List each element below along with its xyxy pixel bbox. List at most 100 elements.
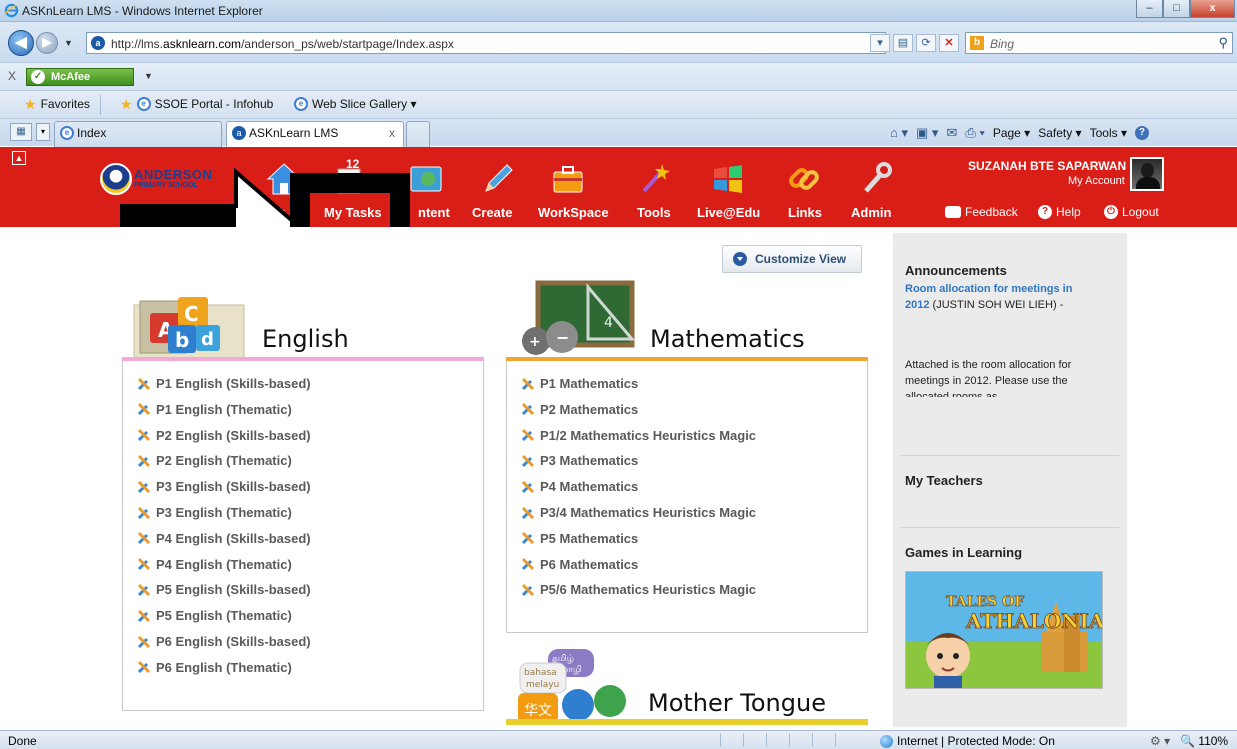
maximize-button[interactable]: □ bbox=[1163, 0, 1190, 18]
forward-button[interactable]: ▶ bbox=[36, 32, 58, 54]
course-link[interactable]: P6 Mathematics bbox=[521, 557, 638, 572]
zoom-level[interactable]: 🔍 110% ▾ bbox=[1180, 734, 1237, 749]
search-input[interactable]: b Bing ⚲ bbox=[965, 32, 1233, 54]
safety-menu[interactable]: Safety ▾ bbox=[1038, 126, 1081, 140]
course-link[interactable]: P1 English (Thematic) bbox=[137, 402, 292, 417]
new-tab-button[interactable] bbox=[406, 121, 430, 147]
status-separators bbox=[720, 733, 836, 747]
check-icon: ✓ bbox=[31, 70, 45, 84]
course-link[interactable]: P2 Mathematics bbox=[521, 402, 638, 417]
course-link[interactable]: P5 Mathematics bbox=[521, 531, 638, 546]
avatar[interactable] bbox=[1130, 157, 1164, 191]
nav-workspace[interactable]: WorkSpace bbox=[538, 205, 609, 220]
mother-tongue-heading: Mother Tongue bbox=[648, 689, 826, 717]
course-tools-icon bbox=[137, 454, 151, 467]
course-label: P1 Mathematics bbox=[540, 376, 639, 391]
course-link[interactable]: P3 Mathematics bbox=[521, 453, 638, 468]
course-label: P4 English (Skills-based) bbox=[156, 530, 311, 546]
page-menu[interactable]: Page ▾ bbox=[993, 126, 1030, 140]
tools-wand-icon[interactable] bbox=[636, 161, 672, 197]
url-field[interactable]: a http://lms.asknlearn.com/anderson_ps/w… bbox=[86, 32, 886, 54]
mathematics-heading: Mathematics bbox=[650, 325, 805, 353]
help-icon[interactable]: ? bbox=[1134, 126, 1149, 140]
back-button[interactable]: ◀ bbox=[8, 30, 34, 56]
feedback-link[interactable]: Feedback bbox=[945, 205, 1018, 219]
course-label: P4 Mathematics bbox=[540, 479, 639, 495]
favorites-button[interactable]: ★ Favorites bbox=[24, 97, 90, 111]
minimize-button[interactable]: – bbox=[1136, 0, 1163, 18]
course-link[interactable]: P5 English (Skills-based) bbox=[137, 582, 311, 597]
compatibility-view-icon[interactable]: ▤ bbox=[893, 34, 913, 52]
divider bbox=[901, 527, 1119, 528]
search-icon[interactable]: ⚲ bbox=[1218, 35, 1228, 51]
print-icon[interactable]: ⎙ ▾ bbox=[965, 125, 984, 141]
nav-links[interactable]: Links bbox=[788, 205, 822, 220]
create-pencil-icon[interactable] bbox=[480, 161, 516, 197]
home-icon[interactable]: ⌂ ▾ bbox=[890, 125, 908, 141]
english-heading: English bbox=[262, 325, 349, 353]
close-window-button[interactable]: x bbox=[1190, 0, 1235, 18]
course-link[interactable]: P6 English (Thematic) bbox=[137, 660, 292, 675]
close-tab-button[interactable]: x bbox=[389, 122, 395, 144]
tab-index[interactable]: e Index bbox=[54, 121, 222, 147]
course-link[interactable]: P5 English (Thematic) bbox=[137, 608, 292, 623]
announcement-body: Attached is the room allocation for meet… bbox=[905, 359, 1072, 397]
nav-tools[interactable]: Tools bbox=[637, 205, 671, 220]
course-tools-icon bbox=[521, 583, 535, 596]
refresh-icon[interactable]: ⟳ bbox=[916, 34, 936, 52]
quick-tabs-icon[interactable]: ▦ bbox=[10, 123, 32, 141]
course-label: P5 Mathematics bbox=[540, 530, 639, 546]
tab-label: ASKnLearn LMS bbox=[249, 126, 339, 140]
favorites-star-icon: ★ bbox=[24, 96, 37, 112]
tab-asknlearn[interactable]: a ASKnLearn LMS x bbox=[226, 121, 404, 147]
course-link[interactable]: P4 English (Skills-based) bbox=[137, 531, 311, 546]
mcafee-dropdown-icon[interactable]: ▼ bbox=[144, 71, 153, 81]
course-link[interactable]: P4 Mathematics bbox=[521, 479, 638, 494]
course-link[interactable]: P6 English (Skills-based) bbox=[137, 634, 311, 649]
course-link[interactable]: P1/2 Mathematics Heuristics Magic bbox=[521, 428, 756, 443]
security-zone[interactable]: Internet | Protected Mode: On bbox=[880, 734, 1055, 748]
course-link[interactable]: P3 English (Skills-based) bbox=[137, 479, 311, 494]
nav-content[interactable]: ntent bbox=[418, 205, 450, 220]
tab-label: Index bbox=[77, 126, 107, 140]
course-link[interactable]: P1 English (Skills-based) bbox=[137, 376, 311, 391]
tools-menu[interactable]: Tools ▾ bbox=[1090, 126, 1127, 140]
mcafee-button[interactable]: ✓ McAfee bbox=[26, 68, 134, 86]
customize-view-button[interactable]: Customize View bbox=[722, 245, 862, 273]
history-dropdown-icon[interactable]: ▼ bbox=[64, 38, 73, 48]
mail-icon[interactable]: ✉ bbox=[946, 125, 957, 141]
course-link[interactable]: P1 Mathematics bbox=[521, 376, 638, 391]
nav-live-edu[interactable]: Live@Edu bbox=[697, 205, 760, 220]
course-link[interactable]: P5/6 Mathematics Heuristics Magic bbox=[521, 582, 756, 597]
content-icon[interactable] bbox=[408, 161, 444, 197]
mathematics-course-panel: P1 Mathematics P2 Mathematics P1/2 Mathema… bbox=[506, 357, 868, 633]
nav-admin[interactable]: Admin bbox=[851, 205, 891, 220]
course-label: P6 Mathematics bbox=[540, 556, 639, 572]
links-chain-icon[interactable] bbox=[786, 161, 822, 197]
course-label: P3 English (Skills-based) bbox=[156, 479, 311, 495]
course-link[interactable]: P4 English (Thematic) bbox=[137, 557, 292, 572]
close-toolbar-button[interactable]: X bbox=[8, 69, 16, 83]
course-link[interactable]: P2 English (Thematic) bbox=[137, 453, 292, 468]
favorite-link-ssoe[interactable]: ★ e SSOE Portal - Infohub bbox=[120, 97, 273, 111]
live-edu-windows-icon[interactable] bbox=[710, 161, 746, 197]
course-link[interactable]: P2 English (Skills-based) bbox=[137, 428, 311, 443]
change-status-icon[interactable]: ⚙ ▾ bbox=[1150, 734, 1170, 748]
address-dropdown-icon[interactable]: ▾ bbox=[870, 34, 890, 52]
course-link[interactable]: P3/4 Mathematics Heuristics Magic bbox=[521, 505, 756, 520]
admin-wrench-icon[interactable] bbox=[858, 161, 894, 197]
logout-link[interactable]: ⏻ Logout bbox=[1104, 205, 1159, 219]
feeds-icon[interactable]: ▣ ▾ bbox=[916, 125, 938, 141]
help-link[interactable]: ? Help bbox=[1038, 205, 1081, 219]
collapse-header-icon[interactable]: ▲ bbox=[12, 151, 26, 165]
workspace-briefcase-icon[interactable] bbox=[550, 161, 586, 197]
favorite-link-web-slice[interactable]: e Web Slice Gallery ▾ bbox=[294, 97, 417, 111]
nav-create[interactable]: Create bbox=[472, 205, 512, 220]
course-link[interactable]: P3 English (Thematic) bbox=[137, 505, 292, 520]
announcements-heading: Announcements bbox=[905, 263, 1007, 278]
my-account-link[interactable]: My Account bbox=[1068, 175, 1125, 187]
stop-icon[interactable]: ✕ bbox=[939, 34, 959, 52]
game-banner-athalonia[interactable]: TALES OF ATHALONIA bbox=[905, 571, 1103, 689]
course-label: P6 English (Thematic) bbox=[156, 659, 292, 675]
tab-list-dropdown-icon[interactable]: ▾ bbox=[36, 123, 50, 141]
